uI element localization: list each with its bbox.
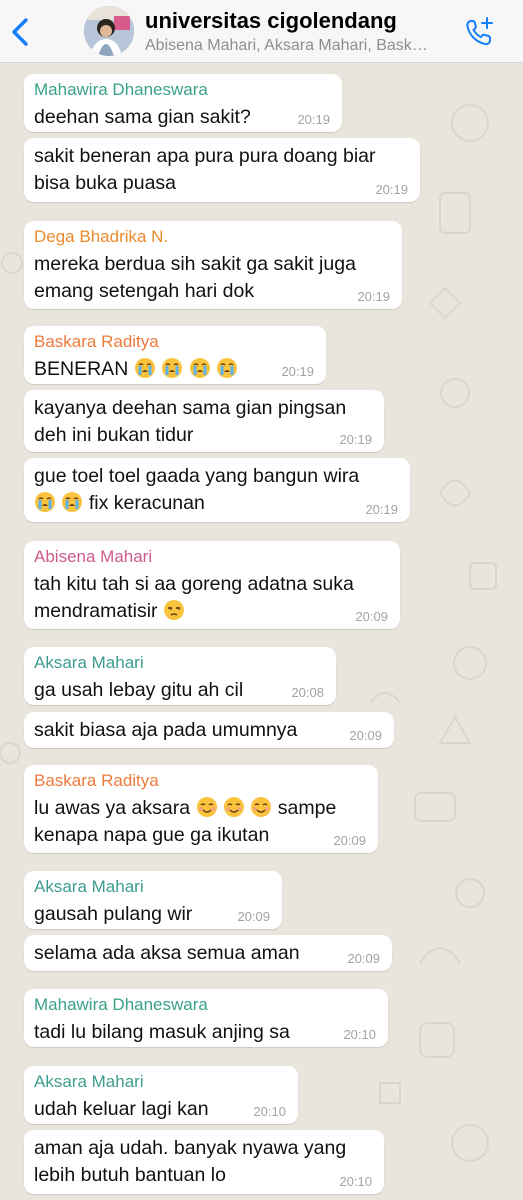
chat-participants[interactable]: Abisena Mahari, Aksara Mahari, Baskara R… <box>145 37 430 55</box>
add-call-icon[interactable] <box>462 14 498 50</box>
sender-name[interactable]: Abisena Mahari <box>34 547 390 567</box>
message-text-part: BENERAN <box>34 358 129 380</box>
sender-name[interactable]: Mahawira Dhaneswara <box>34 995 378 1015</box>
loudly-crying-face-icon <box>216 358 237 378</box>
message-text-part: mendramatisir <box>34 600 158 622</box>
message-text: sakit beneran apa pura pura doang biar b… <box>34 145 376 194</box>
message-list[interactable]: Mahawira Dhaneswara deehan sama gian sak… <box>0 63 523 1200</box>
message-text-part: fix keracunan <box>88 492 205 514</box>
message-time: 20:19 <box>297 112 330 127</box>
message-bubble[interactable]: selama ada aksa semua aman 20:09 <box>24 935 392 971</box>
message-bubble[interactable]: Baskara Raditya lu awas ya aksara sampe … <box>24 765 378 853</box>
message-bubble[interactable]: Aksara Mahari udah keluar lagi kan 20:10 <box>24 1066 298 1124</box>
message-text: kayanya deehan sama gian pingsan deh ini… <box>34 397 347 446</box>
message-text: ga usah lebay gitu ah cil <box>34 679 244 701</box>
message-time: 20:08 <box>291 685 324 700</box>
message-text: kenapa napa gue ga ikutan <box>34 824 270 846</box>
sender-name[interactable]: Baskara Raditya <box>34 332 316 352</box>
message-time: 20:19 <box>365 502 398 517</box>
message-text: BENERAN <box>34 356 316 383</box>
message-text: mendramatisir <box>34 598 390 625</box>
message-text: selama ada aksa semua aman <box>34 942 300 964</box>
message-bubble[interactable]: gue toel toel gaada yang bangun wira fix… <box>24 458 410 522</box>
message-bubble[interactable]: kayanya deehan sama gian pingsan deh ini… <box>24 390 384 452</box>
message-text: aman aja udah. banyak nyawa yang lebih b… <box>34 1137 347 1186</box>
message-time: 20:10 <box>253 1104 286 1119</box>
message-bubble[interactable]: Baskara Raditya BENERAN 20:19 <box>24 326 326 384</box>
sender-name[interactable]: Baskara Raditya <box>34 771 368 791</box>
message-text: gue toel toel gaada yang bangun wira <box>34 465 360 487</box>
message-bubble[interactable]: sakit beneran apa pura pura doang biar b… <box>24 138 420 202</box>
chat-title[interactable]: universitas cigolendang <box>145 8 397 34</box>
smiling-face-icon <box>196 797 217 817</box>
sender-name[interactable]: Mahawira Dhaneswara <box>34 80 332 100</box>
message-bubble[interactable]: Dega Bhadrika N. mereka berdua sih sakit… <box>24 221 402 309</box>
message-text: udah keluar lagi kan <box>34 1098 209 1120</box>
message-time: 20:10 <box>339 1174 372 1189</box>
message-time: 20:10 <box>343 1027 376 1042</box>
sender-name[interactable]: Aksara Mahari <box>34 1072 288 1092</box>
message-bubble[interactable]: aman aja udah. banyak nyawa yang lebih b… <box>24 1130 384 1194</box>
emoji-row <box>134 358 238 380</box>
message-text: tah kitu tah si aa goreng adatna suka <box>34 573 354 595</box>
message-time: 20:19 <box>357 289 390 304</box>
message-bubble[interactable]: Mahawira Dhaneswara deehan sama gian sak… <box>24 74 342 132</box>
message-time: 20:19 <box>281 364 314 379</box>
loudly-crying-face-icon <box>62 492 83 512</box>
message-text: fix keracunan <box>34 490 400 517</box>
loudly-crying-face-icon <box>134 358 155 378</box>
message-text: lu awas ya aksara sampe <box>34 795 368 822</box>
loudly-crying-face-icon <box>162 358 183 378</box>
group-avatar[interactable] <box>84 6 134 56</box>
message-bubble[interactable]: Aksara Mahari gausah pulang wir 20:09 <box>24 871 282 929</box>
message-time: 20:19 <box>375 182 408 197</box>
message-time: 20:09 <box>355 609 388 624</box>
message-text-part: lu awas ya aksara <box>34 797 191 819</box>
message-time: 20:09 <box>349 728 382 743</box>
message-text: gausah pulang wir <box>34 903 193 925</box>
loudly-crying-face-icon <box>189 358 210 378</box>
message-time: 20:09 <box>347 951 380 966</box>
smiling-face-icon <box>251 797 272 817</box>
message-time: 20:09 <box>237 909 270 924</box>
message-text: mereka berdua sih sakit ga sakit juga em… <box>34 253 356 302</box>
chevron-left-icon[interactable] <box>6 12 36 52</box>
message-time: 20:09 <box>333 833 366 848</box>
message-bubble[interactable]: Abisena Mahari tah kitu tah si aa goreng… <box>24 541 400 629</box>
chat-header: universitas cigolendang Abisena Mahari, … <box>0 0 523 63</box>
message-text: tadi lu bilang masuk anjing sa <box>34 1021 290 1043</box>
message-bubble[interactable]: Aksara Mahari ga usah lebay gitu ah cil … <box>24 647 336 705</box>
message-bubble[interactable]: Mahawira Dhaneswara tadi lu bilang masuk… <box>24 989 388 1047</box>
smiling-face-icon <box>223 797 244 817</box>
message-bubble[interactable]: sakit biasa aja pada umumnya 20:09 <box>24 712 394 748</box>
message-text: sakit biasa aja pada umumnya <box>34 719 298 741</box>
loudly-crying-face-icon <box>35 492 55 512</box>
sender-name[interactable]: Aksara Mahari <box>34 877 272 897</box>
message-text: deehan sama gian sakit? <box>34 106 251 128</box>
sender-name[interactable]: Dega Bhadrika N. <box>34 227 392 247</box>
message-time: 20:19 <box>339 432 372 447</box>
message-text-part: sampe <box>277 797 337 819</box>
sender-name[interactable]: Aksara Mahari <box>34 653 326 673</box>
unamused-face-icon <box>163 600 184 620</box>
